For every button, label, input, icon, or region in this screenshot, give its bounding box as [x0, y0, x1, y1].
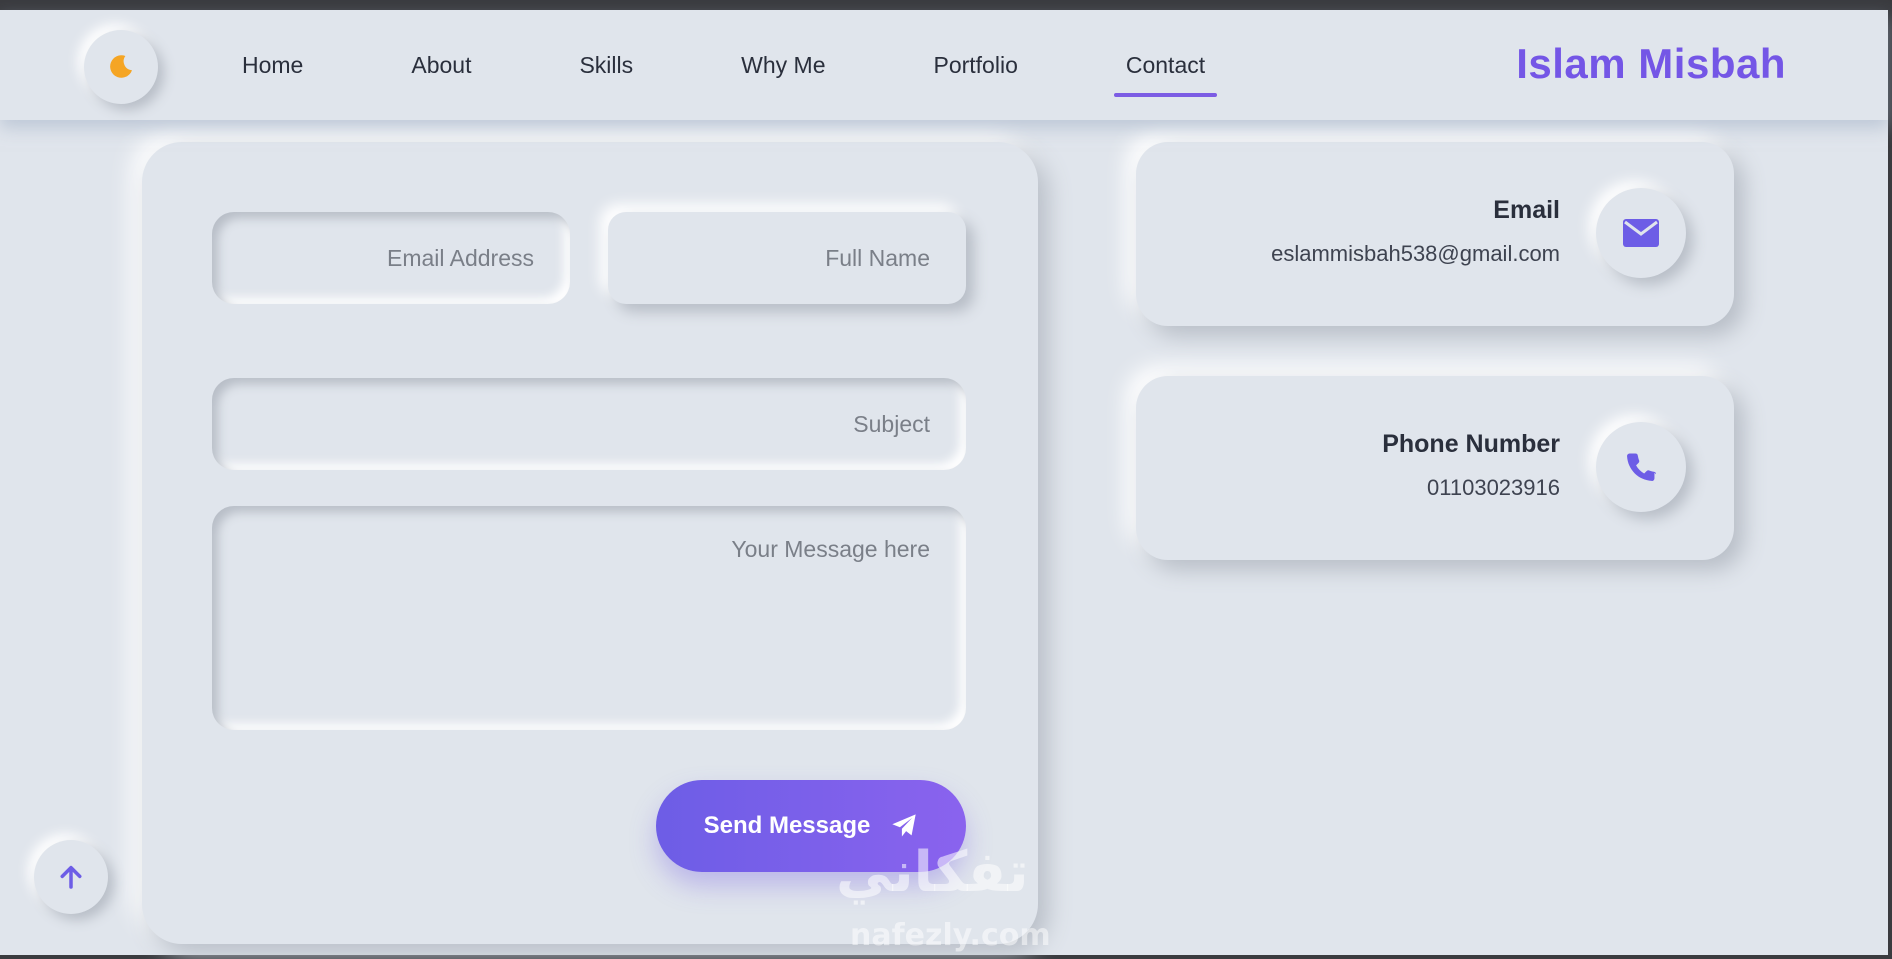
email-icon-badge	[1596, 188, 1686, 278]
window-bottom-border	[0, 955, 1892, 959]
phone-icon	[1627, 453, 1657, 481]
nav-home[interactable]: Home	[242, 52, 303, 79]
phone-icon-badge	[1596, 422, 1686, 512]
site-brand[interactable]: Islam Misbah	[1516, 40, 1786, 88]
nav-why-me[interactable]: Why Me	[741, 52, 825, 79]
email-info-title: Email	[1493, 196, 1560, 224]
theme-toggle-button[interactable]	[84, 30, 158, 104]
phone-info-card: Phone Number 01103023916	[1136, 376, 1734, 560]
email-info-card: Email eslammisbah538@gmail.com	[1136, 142, 1734, 326]
nav-about[interactable]: About	[411, 52, 471, 79]
moon-icon	[110, 55, 132, 78]
nav-skills[interactable]: Skills	[579, 52, 633, 79]
email-field[interactable]	[212, 212, 570, 304]
send-message-button[interactable]: Send Message	[656, 780, 966, 872]
window-right-border	[1888, 0, 1892, 959]
arrow-up-icon	[60, 865, 82, 889]
send-message-label: Send Message	[703, 812, 871, 839]
envelope-icon	[1623, 219, 1659, 247]
nav-portfolio[interactable]: Portfolio	[933, 52, 1017, 79]
email-info-value: eslammisbah538@gmail.com	[1271, 241, 1560, 266]
phone-info-value: 01103023916	[1427, 475, 1560, 500]
main-nav: Home About Skills Why Me Portfolio Conta…	[200, 10, 1218, 120]
window-top-border	[0, 0, 1892, 10]
site-header: Home About Skills Why Me Portfolio Conta…	[0, 10, 1888, 120]
subject-field[interactable]	[212, 378, 966, 470]
phone-info-title: Phone Number	[1382, 430, 1560, 458]
paper-plane-icon	[892, 814, 917, 837]
message-field[interactable]	[212, 506, 966, 730]
full-name-field[interactable]	[608, 212, 966, 304]
nav-contact[interactable]: Contact	[1113, 52, 1218, 97]
scroll-to-top-button[interactable]	[34, 840, 108, 914]
